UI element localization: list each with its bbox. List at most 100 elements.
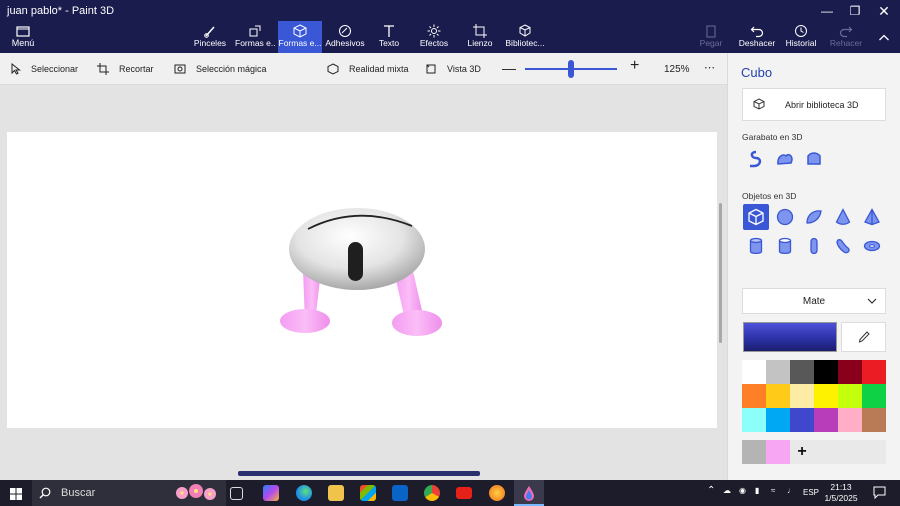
taskbar-clock[interactable]: 21:13 1/5/2025 bbox=[816, 482, 866, 504]
zoom-out-button[interactable]: — bbox=[502, 60, 516, 76]
task-view-icon[interactable] bbox=[230, 487, 243, 500]
extrude-doodle-button[interactable] bbox=[801, 146, 827, 172]
windows-start-button[interactable] bbox=[10, 487, 22, 505]
open-3d-library-button[interactable]: Abrir biblioteca 3D bbox=[742, 88, 886, 121]
palette-color-swatch[interactable] bbox=[814, 408, 838, 432]
palette-color-swatch[interactable] bbox=[742, 360, 766, 384]
custom-color-swatch[interactable] bbox=[766, 440, 790, 464]
cloud-icon[interactable]: ☁ bbox=[723, 486, 731, 495]
file-explorer-icon[interactable] bbox=[328, 485, 344, 501]
volume-icon[interactable]: ♩ bbox=[787, 486, 795, 495]
show-hidden-icons-chevron-icon[interactable]: ⌃ bbox=[707, 485, 715, 496]
hemisphere-icon bbox=[806, 210, 822, 224]
palette-color-swatch[interactable] bbox=[838, 408, 862, 432]
extrude-doodle-icon bbox=[807, 152, 821, 165]
tool-brushes[interactable]: Pinceles bbox=[192, 21, 228, 53]
undo-button[interactable]: Deshacer bbox=[738, 21, 776, 53]
palette-color-swatch[interactable] bbox=[862, 408, 886, 432]
sharp-doodle-button[interactable] bbox=[743, 146, 769, 172]
zoom-in-button[interactable]: + bbox=[630, 57, 639, 74]
battery-icon[interactable]: ▮ bbox=[755, 486, 759, 495]
eyedropper-button[interactable] bbox=[841, 322, 886, 352]
cylinder-shape-button[interactable] bbox=[743, 233, 769, 259]
folder-icon bbox=[6, 24, 40, 38]
youtube-icon[interactable] bbox=[456, 487, 472, 499]
pyramid-shape-button[interactable] bbox=[859, 204, 885, 230]
palette-color-swatch[interactable] bbox=[838, 384, 862, 408]
palette-color-swatch[interactable] bbox=[766, 384, 790, 408]
redo-icon bbox=[828, 21, 864, 38]
select-button[interactable]: Seleccionar bbox=[11, 62, 78, 76]
microsoft-store-icon[interactable] bbox=[360, 485, 376, 501]
drawing-canvas[interactable] bbox=[7, 132, 717, 428]
donut-shape-button[interactable] bbox=[859, 233, 885, 259]
chrome-icon[interactable] bbox=[424, 485, 440, 501]
menu-button[interactable]: Menú bbox=[6, 24, 40, 50]
view-3d-button[interactable]: Vista 3D bbox=[425, 62, 481, 76]
horizontal-scrollbar[interactable] bbox=[238, 471, 480, 476]
palette-color-swatch[interactable] bbox=[838, 360, 862, 384]
palette-color-swatch[interactable] bbox=[766, 360, 790, 384]
bean-shape-button[interactable] bbox=[830, 233, 856, 259]
palette-color-swatch[interactable] bbox=[814, 360, 838, 384]
palette-color-swatch[interactable] bbox=[790, 384, 814, 408]
wifi-icon[interactable]: ≈ bbox=[771, 486, 775, 495]
add-color-button[interactable]: + bbox=[790, 440, 814, 464]
palette-color-swatch[interactable] bbox=[790, 408, 814, 432]
capsule-shape-button[interactable] bbox=[801, 233, 827, 259]
palette-color-swatch[interactable] bbox=[742, 408, 766, 432]
tool-2d-shapes[interactable]: Formas e... bbox=[235, 21, 275, 53]
vertical-scrollbar[interactable] bbox=[719, 203, 722, 343]
crop-icon bbox=[97, 63, 109, 75]
cursor-icon bbox=[11, 63, 21, 75]
edge-browser-icon[interactable] bbox=[296, 485, 312, 501]
mixed-reality-button[interactable]: Realidad mixta bbox=[327, 62, 409, 76]
palette-color-swatch[interactable] bbox=[742, 384, 766, 408]
redo-button[interactable]: Rehacer bbox=[828, 21, 864, 53]
notifications-icon[interactable] bbox=[873, 486, 886, 504]
palette-color-swatch[interactable] bbox=[814, 384, 838, 408]
tube-shape-button[interactable] bbox=[772, 233, 798, 259]
paint3d-icon bbox=[524, 486, 534, 501]
cube-shape-button[interactable] bbox=[743, 204, 769, 230]
copilot-icon[interactable] bbox=[263, 485, 279, 501]
history-button[interactable]: Historial bbox=[784, 21, 818, 53]
material-dropdown[interactable]: Mate bbox=[742, 288, 886, 314]
palette-color-swatch[interactable] bbox=[766, 408, 790, 432]
tool-label: Lienzo bbox=[467, 38, 493, 48]
tool-text[interactable]: Texto bbox=[373, 21, 405, 53]
firefox-icon[interactable] bbox=[489, 485, 505, 501]
tool-stickers[interactable]: Adhesivos bbox=[325, 21, 365, 53]
palette-color-swatch[interactable] bbox=[862, 360, 886, 384]
outlook-icon[interactable] bbox=[392, 485, 408, 501]
custom-color-swatch[interactable] bbox=[742, 440, 766, 464]
palette-color-swatch[interactable] bbox=[790, 360, 814, 384]
soft-doodle-button[interactable] bbox=[772, 146, 798, 172]
paint3d-taskbar-button[interactable] bbox=[514, 480, 544, 506]
taskbar-search-box[interactable]: Buscar bbox=[32, 480, 226, 506]
tool-canvas[interactable]: Lienzo bbox=[464, 21, 496, 53]
zoom-slider-thumb[interactable] bbox=[568, 60, 574, 78]
clock-time: 21:13 bbox=[830, 482, 852, 492]
paste-button[interactable]: Pegar bbox=[697, 21, 725, 53]
sphere-shape-button[interactable] bbox=[772, 204, 798, 230]
more-options-button[interactable]: ⋯ bbox=[704, 60, 715, 74]
paint3d-window: juan pablo* - Paint 3D — ❐ ✕ Menú Pincel… bbox=[0, 0, 900, 506]
tool-3d-library[interactable]: Bibliotec... bbox=[505, 21, 545, 53]
hemisphere-shape-button[interactable] bbox=[801, 204, 827, 230]
cone-shape-button[interactable] bbox=[830, 204, 856, 230]
current-color-swatch[interactable] bbox=[743, 322, 837, 352]
tool-label: Efectos bbox=[419, 38, 449, 48]
redo-label: Rehacer bbox=[829, 38, 863, 48]
minimize-button[interactable]: — bbox=[814, 2, 840, 20]
tool-3d-shapes[interactable]: Formas e... bbox=[278, 21, 322, 53]
close-button[interactable]: ✕ bbox=[871, 2, 897, 20]
shapes-2d-icon bbox=[235, 21, 275, 38]
palette-color-swatch[interactable] bbox=[862, 384, 886, 408]
tool-effects[interactable]: Efectos bbox=[417, 21, 451, 53]
camera-icon[interactable]: ◉ bbox=[739, 486, 746, 495]
maximize-button[interactable]: ❐ bbox=[842, 2, 868, 20]
eyedropper-icon bbox=[858, 331, 870, 343]
crop-button[interactable]: Recortar bbox=[97, 62, 154, 76]
magic-select-button[interactable]: Selección mágica bbox=[174, 62, 267, 76]
